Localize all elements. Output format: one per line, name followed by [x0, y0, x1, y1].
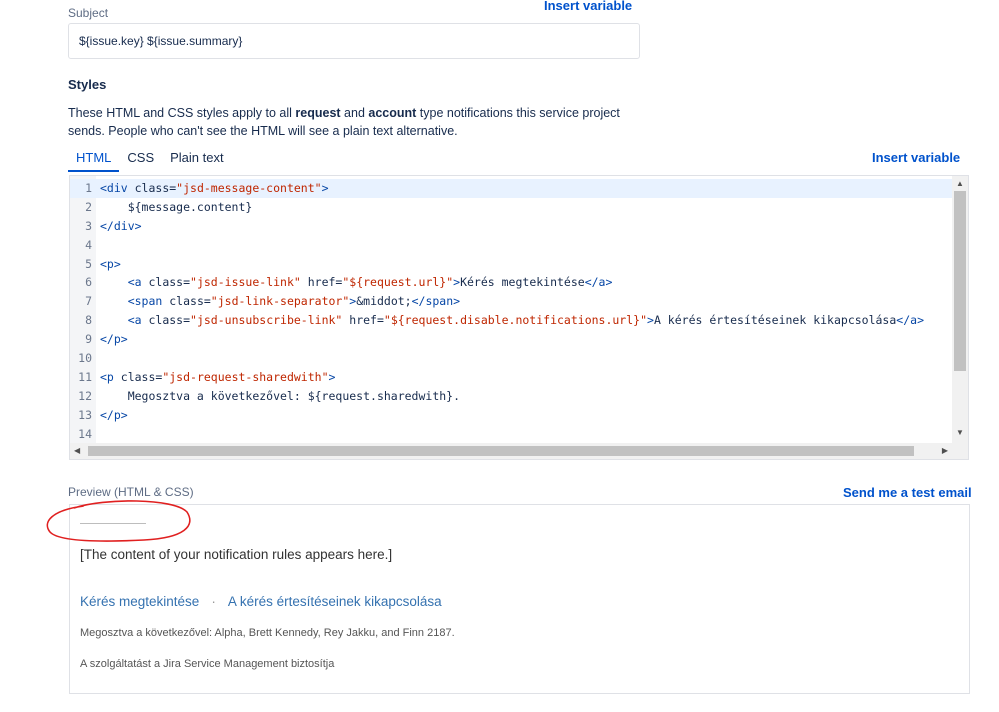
code-text[interactable]: <div class="jsd-message-content"> [96, 179, 329, 198]
code-line[interactable]: 8 <a class="jsd-unsubscribe-link" href="… [70, 311, 952, 331]
vertical-scroll-thumb[interactable] [954, 191, 966, 371]
line-number: 13 [70, 405, 96, 425]
code-text[interactable]: </p> [96, 330, 128, 349]
preview-powered-by: A szolgáltatást a Jira Service Managemen… [80, 658, 335, 670]
code-text[interactable] [96, 236, 100, 255]
code-text[interactable]: <p> [96, 255, 121, 274]
code-text[interactable]: <a class="jsd-unsubscribe-link" href="${… [96, 311, 924, 330]
code-text[interactable]: Megosztva a következővel: ${request.shar… [96, 387, 460, 406]
vertical-scrollbar[interactable]: ▲ ▼ [952, 176, 968, 444]
scroll-down-icon[interactable]: ▼ [956, 428, 964, 437]
line-number: 7 [70, 292, 96, 312]
tab-css[interactable]: CSS [119, 148, 162, 172]
styles-desc-bold-account: account [368, 106, 417, 120]
line-number: 5 [70, 254, 96, 274]
code-line[interactable]: 14 [70, 424, 952, 444]
code-line[interactable]: 13 </p> [70, 405, 952, 425]
styles-title: Styles [68, 77, 107, 92]
styles-desc-bold-request: request [295, 106, 341, 120]
line-number: 11 [70, 367, 96, 387]
tab-plain-text[interactable]: Plain text [162, 148, 231, 172]
scroll-left-icon[interactable]: ◀ [74, 446, 80, 455]
preview-pane: [The content of your notification rules … [69, 504, 970, 694]
code-text[interactable]: </p> [96, 406, 128, 425]
code-text[interactable]: <span class="jsd-link-separator">&middot… [96, 292, 460, 311]
line-number: 4 [70, 235, 96, 255]
code-line[interactable]: 12 Megosztva a következővel: ${request.s… [70, 386, 952, 406]
code-text[interactable]: </div> [96, 217, 142, 236]
line-number: 3 [70, 216, 96, 236]
code-line[interactable]: 11 <p class="jsd-request-sharedwith"> [70, 367, 952, 387]
horizontal-scroll-thumb[interactable] [88, 446, 914, 456]
editor-tabs: HTML CSS Plain text [68, 148, 232, 172]
styles-description: These HTML and CSS styles apply to all r… [68, 104, 628, 140]
line-number: 6 [70, 273, 96, 293]
code-line[interactable]: 1 <div class="jsd-message-content"> [70, 179, 952, 198]
code-lines: 1 <div class="jsd-message-content"> 2 ${me… [70, 179, 952, 444]
tab-html[interactable]: HTML [68, 148, 120, 172]
preview-shared-with: Megosztva a következővel: Alpha, Brett K… [80, 627, 455, 639]
code-editor[interactable]: 1 <div class="jsd-message-content"> 2 ${me… [69, 175, 969, 460]
styles-insert-variable-link[interactable]: Insert variable [872, 150, 960, 165]
line-number: 1 [70, 179, 96, 198]
subject-label: Subject [68, 6, 109, 20]
code-line[interactable]: 3 </div> [70, 216, 952, 236]
subject-insert-variable-link[interactable]: Insert variable [544, 0, 632, 13]
line-number: 14 [70, 424, 96, 444]
code-line[interactable]: 6 <a class="jsd-issue-link" href="${requ… [70, 273, 952, 293]
preview-view-request-link[interactable]: Kérés megtekintése [80, 594, 199, 609]
line-number: 2 [70, 197, 96, 217]
code-text[interactable]: <a class="jsd-issue-link" href="${reques… [96, 273, 613, 292]
code-line[interactable]: 5 <p> [70, 254, 952, 274]
scroll-up-icon[interactable]: ▲ [956, 179, 964, 188]
subject-input[interactable] [68, 23, 640, 59]
code-line[interactable]: 4 [70, 235, 952, 255]
styles-desc-part2: and [340, 106, 369, 120]
preview-content: [The content of your notification rules … [80, 547, 393, 562]
code-text[interactable] [96, 425, 100, 444]
code-text[interactable]: <p class="jsd-request-sharedwith"> [96, 368, 335, 387]
line-number: 10 [70, 349, 96, 368]
code-line[interactable]: 9 </p> [70, 330, 952, 350]
preview-unsubscribe-link[interactable]: A kérés értesítéseinek kikapcsolása [228, 594, 442, 609]
styles-desc-part1: These HTML and CSS styles apply to all [68, 106, 296, 120]
code-line[interactable]: 10 [70, 349, 952, 368]
scroll-right-icon[interactable]: ▶ [942, 446, 948, 455]
send-test-email-link[interactable]: Send me a test email [843, 485, 972, 500]
code-text[interactable]: ${message.content} [96, 198, 253, 217]
annotation-circle [46, 500, 191, 542]
preview-links: Kérés megtekintése · A kérés értesítéseine… [80, 594, 442, 609]
preview-link-separator: · [211, 594, 216, 609]
line-number: 8 [70, 311, 96, 331]
code-line[interactable]: 2 ${message.content} [70, 197, 952, 217]
line-number: 12 [70, 386, 96, 406]
code-text[interactable] [96, 349, 100, 368]
code-line[interactable]: 7 <span class="jsd-link-separator">&midd… [70, 292, 952, 312]
line-number: 9 [70, 330, 96, 350]
horizontal-scrollbar[interactable]: ◀ ▶ [70, 443, 968, 459]
